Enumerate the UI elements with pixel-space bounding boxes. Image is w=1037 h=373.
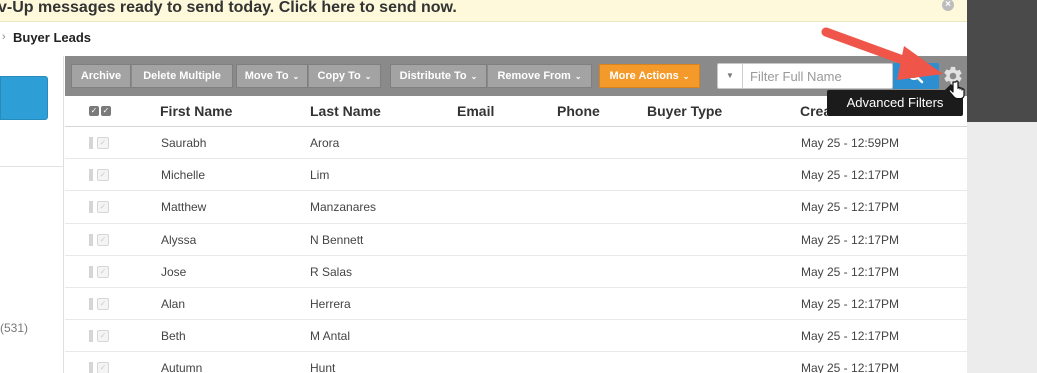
cell-first-name: Alan [161, 296, 186, 311]
table-row[interactable]: ✓ Alan Herrera May 25 - 12:17PM [65, 287, 967, 321]
sidebar-primary-button[interactable] [0, 76, 48, 120]
hand-cursor-icon [948, 80, 965, 100]
cell-created-at: May 25 - 12:17PM [801, 296, 900, 311]
row-checkbox[interactable]: ✓ [97, 362, 109, 373]
distribute-to-button[interactable]: Distribute To ⌄ [390, 64, 487, 88]
distribute-to-label: Distribute To [399, 70, 467, 82]
copy-to-button[interactable]: Copy To ⌄ [308, 64, 381, 88]
cell-last-name: Herrera [310, 296, 351, 311]
row-checkbox[interactable]: ✓ [97, 201, 109, 214]
cell-created-at: May 25 - 12:17PM [801, 329, 900, 344]
search-input[interactable] [744, 64, 892, 88]
check-icon: ✓ [89, 106, 99, 116]
table-row[interactable]: ✓ Alyssa N Bennett May 25 - 12:17PM [65, 223, 967, 256]
cell-last-name: R Salas [310, 264, 353, 279]
cell-first-name: Saurabh [161, 136, 207, 150]
column-header-phone[interactable]: Phone [557, 103, 600, 119]
delete-multiple-label: Delete Multiple [143, 70, 221, 82]
move-copy-group: Move To ⌄ Copy To ⌄ [236, 64, 381, 88]
cell-first-name: Autumn [161, 361, 203, 373]
cell-first-name: Jose [161, 264, 187, 279]
followup-banner[interactable]: v-Up messages ready to send today. Click… [0, 0, 967, 22]
drag-handle[interactable] [89, 233, 93, 246]
cell-first-name: Matthew [161, 200, 207, 215]
advanced-filters-tooltip: Advanced Filters [827, 90, 963, 116]
cell-created-at: May 25 - 12:17PM [801, 361, 900, 373]
drag-handle[interactable] [89, 362, 93, 373]
sidebar-divider [0, 166, 64, 167]
column-header-buyer-type[interactable]: Buyer Type [647, 103, 722, 119]
more-actions-group: More Actions ⌄ [599, 64, 700, 88]
drag-handle[interactable] [89, 330, 93, 343]
row-checkbox[interactable]: ✓ [97, 137, 109, 149]
row-checkbox[interactable]: ✓ [97, 297, 109, 310]
column-header-last-name[interactable]: Last Name [310, 103, 381, 119]
cell-created-at: May 25 - 12:17PM [801, 200, 900, 215]
cell-created-at: May 25 - 12:59PM [801, 136, 900, 150]
drag-handle[interactable] [89, 297, 93, 310]
page-title: Buyer Leads [13, 30, 92, 45]
cell-first-name: Alyssa [161, 232, 197, 247]
background-dark-panel [967, 0, 1037, 122]
table-row[interactable]: ✓ Beth M Antal May 25 - 12:17PM [65, 320, 967, 353]
move-to-label: Move To [244, 70, 289, 82]
table-row[interactable]: ✓ Saurabh Arora May 25 - 12:59PM [65, 127, 967, 160]
close-icon[interactable]: × [942, 0, 954, 11]
search-button[interactable] [893, 63, 939, 89]
cell-last-name: Hunt [310, 361, 336, 373]
remove-from-label: Remove From [497, 70, 571, 82]
column-header-first-name[interactable]: First Name [160, 103, 232, 119]
app-window: v-Up messages ready to send today. Click… [0, 0, 967, 373]
remove-from-button[interactable]: Remove From ⌄ [487, 64, 592, 88]
table-row[interactable]: ✓ Matthew Manzanares May 25 - 12:17PM [65, 191, 967, 224]
table-row[interactable]: ✓ Jose R Salas May 25 - 12:17PM [65, 255, 967, 288]
column-header-email[interactable]: Email [457, 103, 494, 119]
archive-delete-group: Archive Delete Multiple [71, 64, 233, 88]
distribute-remove-group: Distribute To ⌄ Remove From ⌄ [390, 64, 592, 88]
cell-last-name: Lim [310, 168, 330, 183]
breadcrumb: › Buyer Leads [0, 22, 967, 56]
left-sidebar: (531) [0, 56, 64, 373]
sidebar-count: (531) [0, 321, 29, 335]
cell-last-name: Manzanares [310, 200, 377, 215]
drag-handle[interactable] [89, 201, 93, 214]
cell-last-name: M Antal [310, 329, 351, 344]
search-filter-dropdown[interactable]: ▼ [718, 64, 743, 88]
move-to-button[interactable]: Move To ⌄ [236, 64, 308, 88]
cell-last-name: N Bennett [310, 232, 364, 247]
leads-table-body: ✓ Saurabh Arora May 25 - 12:59PM ✓ Miche… [65, 127, 967, 373]
check-icon: ✓ [101, 106, 111, 116]
chevron-down-icon: ⌄ [574, 71, 582, 81]
row-checkbox[interactable]: ✓ [97, 330, 109, 343]
table-row[interactable]: ✓ Autumn Hunt May 25 - 12:17PM [65, 352, 967, 373]
chevron-down-icon: ⌄ [682, 71, 690, 81]
cell-first-name: Michelle [161, 168, 206, 183]
select-all-checkbox[interactable]: ✓ ✓ [89, 106, 111, 116]
cell-created-at: May 25 - 12:17PM [801, 168, 900, 183]
archive-label: Archive [80, 70, 122, 82]
cell-last-name: Arora [310, 136, 340, 150]
cell-created-at: May 25 - 12:17PM [801, 232, 900, 247]
drag-handle[interactable] [89, 265, 93, 278]
row-checkbox[interactable]: ✓ [97, 233, 109, 246]
more-actions-button[interactable]: More Actions ⌄ [599, 64, 700, 88]
chevron-right-icon: › [2, 31, 6, 43]
banner-text[interactable]: v-Up messages ready to send today. Click… [0, 0, 457, 17]
search-icon [908, 68, 924, 84]
cell-created-at: May 25 - 12:17PM [801, 264, 900, 279]
search-field: ▼ [717, 63, 893, 89]
chevron-down-icon: ⌄ [364, 71, 372, 81]
table-row[interactable]: ✓ Michelle Lim May 25 - 12:17PM [65, 159, 967, 192]
more-actions-label: More Actions [609, 70, 679, 82]
chevron-down-icon: ⌄ [292, 71, 300, 81]
drag-handle[interactable] [89, 169, 93, 182]
drag-handle[interactable] [89, 137, 93, 149]
archive-button[interactable]: Archive [71, 64, 131, 88]
copy-to-label: Copy To [317, 70, 361, 82]
chevron-down-icon: ⌄ [470, 71, 478, 81]
row-checkbox[interactable]: ✓ [97, 265, 109, 278]
delete-multiple-button[interactable]: Delete Multiple [131, 64, 233, 88]
row-checkbox[interactable]: ✓ [97, 169, 109, 182]
cell-first-name: Beth [161, 329, 186, 344]
